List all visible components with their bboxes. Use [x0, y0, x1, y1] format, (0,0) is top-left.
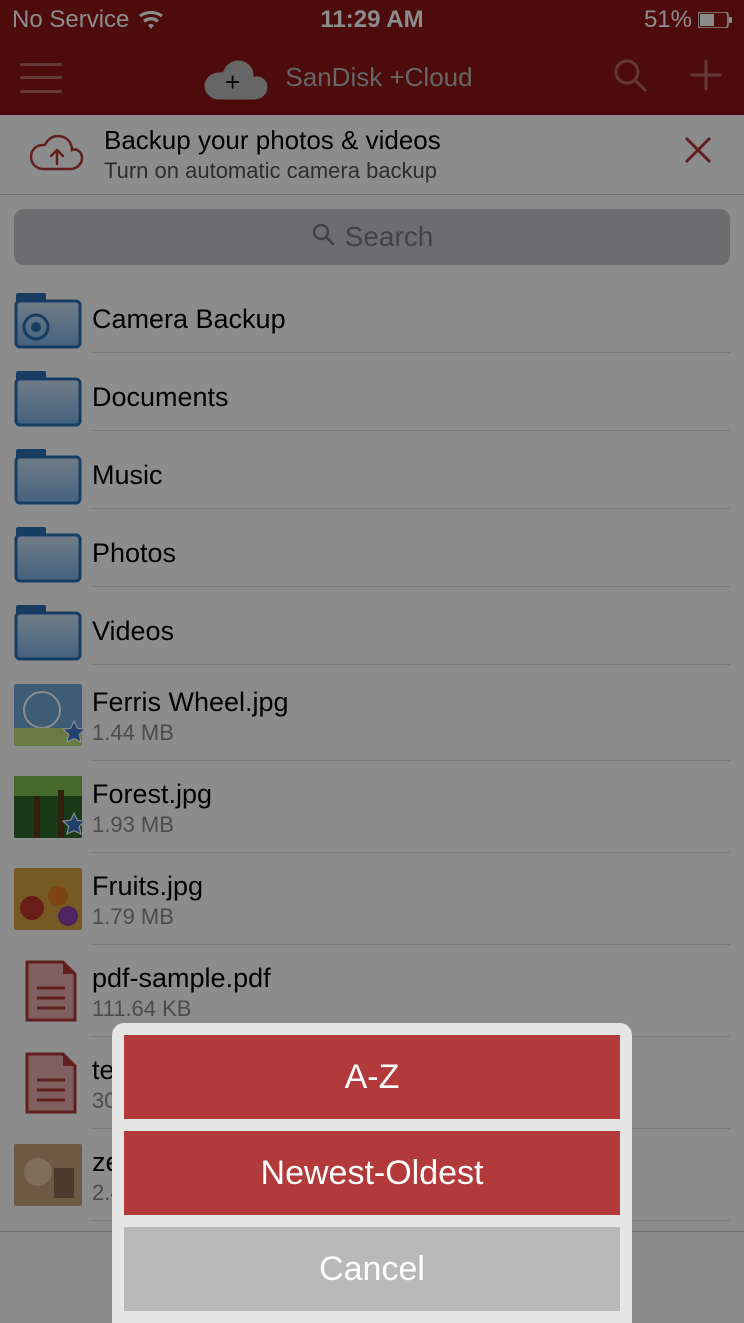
sort-az-button[interactable]: A-Z: [124, 1035, 620, 1119]
sort-newest-oldest-button[interactable]: Newest-Oldest: [124, 1131, 620, 1215]
sort-action-sheet: A-Z Newest-Oldest Cancel: [112, 1023, 632, 1323]
cancel-button[interactable]: Cancel: [124, 1227, 620, 1311]
